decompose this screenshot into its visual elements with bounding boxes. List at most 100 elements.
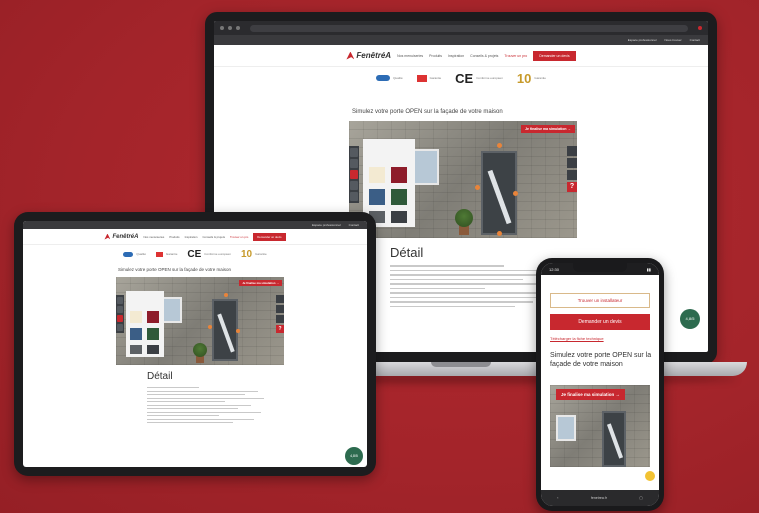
quality-logo-icon [123, 251, 134, 257]
hotspot-marker[interactable] [236, 329, 240, 333]
hotspot-marker[interactable] [513, 191, 518, 196]
quote-button[interactable]: Demander un devis [533, 50, 576, 61]
door-glazing [606, 423, 624, 459]
nav-item[interactable]: Produits [169, 235, 179, 239]
simulator-toolbar-right: ? [276, 295, 284, 333]
detail-heading: Détail [390, 245, 424, 260]
color-swatch[interactable] [130, 328, 142, 340]
nav-item[interactable]: Conseils & projets [202, 235, 225, 239]
brand-logo[interactable]: FenêtréA [346, 51, 391, 60]
color-swatch[interactable] [391, 211, 407, 223]
help-button[interactable]: ? [567, 182, 577, 192]
door-glazing [487, 169, 512, 225]
phone-notch [573, 263, 627, 272]
tool-button[interactable] [567, 170, 577, 180]
tool-button[interactable] [117, 324, 123, 331]
text-line [390, 292, 558, 294]
tool-button[interactable] [276, 305, 284, 313]
nav-item-find-pro[interactable]: Trouver un pro [230, 235, 248, 239]
guarantee-logo-icon [416, 74, 427, 82]
top-link[interactable]: Espace professionnel [312, 223, 341, 227]
nav-item[interactable]: Inspiration [185, 235, 198, 239]
tool-button[interactable] [567, 146, 577, 156]
door-preview [481, 151, 517, 235]
color-palette-panel [126, 291, 164, 357]
hotspot-marker[interactable] [497, 231, 502, 236]
chat-bubble-icon[interactable] [645, 471, 655, 481]
brand-logo[interactable]: FenêtréA [104, 233, 138, 240]
ce-mark: CE [455, 70, 474, 86]
phone-screen: 12:30 ▮▮ Trouver un installateur Demande… [541, 263, 659, 506]
quote-button[interactable]: Demander un devis [253, 232, 286, 241]
window-control[interactable] [228, 26, 232, 30]
finish-simulation-button[interactable]: Je finalise ma simulation → [239, 280, 282, 286]
top-link[interactable]: Contact [349, 223, 359, 227]
hotspot-marker[interactable] [497, 143, 502, 148]
finish-simulation-button[interactable]: Je finalise ma simulation → [521, 125, 575, 133]
color-swatch[interactable] [369, 167, 385, 183]
detail-text-block [147, 387, 277, 426]
tool-button-active[interactable] [350, 170, 358, 179]
badge-guarantee: Garantie [416, 74, 442, 82]
request-quote-button[interactable]: Demander un devis [550, 314, 650, 330]
tabs-icon[interactable]: ▢ [639, 496, 642, 500]
badge-label: Garantie [429, 76, 442, 80]
color-swatch[interactable] [130, 345, 142, 354]
quality-logo-icon [376, 75, 391, 81]
window-control[interactable] [236, 26, 240, 30]
nav-item-find-pro[interactable]: Trouver un pro [504, 54, 527, 58]
tool-button[interactable] [117, 306, 123, 313]
tool-button[interactable] [567, 158, 577, 168]
hotspot-marker[interactable] [475, 185, 480, 190]
simulator-toolbar-left [349, 146, 359, 203]
door-glazing [217, 313, 235, 353]
top-link[interactable]: Nous trouver [664, 38, 681, 42]
text-line [147, 418, 254, 420]
color-swatch[interactable] [369, 189, 385, 205]
hotspot-marker[interactable] [224, 293, 228, 297]
color-swatch[interactable] [147, 345, 159, 354]
tool-button[interactable] [350, 181, 358, 190]
tool-button[interactable] [117, 297, 123, 304]
finish-simulation-button[interactable]: Je finalise ma simulation → [556, 389, 626, 400]
hotspot-marker[interactable] [208, 325, 212, 329]
nav-item[interactable]: Conseils & projets [470, 54, 498, 58]
ten-years-number: 10 [516, 70, 532, 86]
tool-button[interactable] [276, 315, 284, 323]
tool-button[interactable] [350, 159, 358, 168]
tool-button[interactable] [276, 295, 284, 303]
back-icon[interactable]: ‹ [557, 496, 558, 500]
text-line [147, 422, 233, 423]
door-simulator[interactable]: ? Je finalise ma simulation → [116, 277, 284, 365]
text-line [390, 265, 504, 267]
address-bar[interactable] [250, 24, 688, 32]
url-label[interactable]: fenetrea.fr [591, 496, 607, 500]
top-link[interactable]: Contact [690, 38, 700, 42]
text-line [390, 283, 552, 285]
browser-bottom-bar: ‹ fenetrea.fr ▢ [541, 490, 659, 506]
help-button[interactable]: ? [276, 325, 284, 333]
text-line [147, 404, 251, 406]
top-link[interactable]: Espace professionnel [628, 38, 657, 42]
color-swatch[interactable] [391, 189, 407, 205]
top-links-strip: Espace professionnel Contact [23, 221, 367, 229]
badge-label: Qualité [393, 76, 403, 80]
tool-button[interactable] [350, 148, 358, 157]
extension-icon[interactable] [698, 26, 702, 30]
nav-item[interactable]: Nos menuiseries [143, 235, 164, 239]
simulator-toolbar-right: ? [567, 146, 577, 192]
color-swatch[interactable] [391, 167, 407, 183]
find-installer-button[interactable]: Trouver un installateur [550, 293, 650, 308]
color-swatch[interactable] [130, 311, 142, 323]
color-swatch[interactable] [147, 311, 159, 323]
tool-button[interactable] [350, 192, 358, 201]
color-swatch[interactable] [147, 328, 159, 340]
nav-item[interactable]: Produits [429, 54, 442, 58]
window-control[interactable] [220, 26, 224, 30]
door-simulator[interactable]: ? Je finalise ma simulation → [349, 121, 577, 238]
tool-button-active[interactable] [117, 315, 123, 322]
tech-sheet-link[interactable]: Télécharger la fiche technique [550, 336, 604, 341]
nav-item[interactable]: Inspiration [448, 54, 464, 58]
nav-item[interactable]: Nos menuiseries [397, 54, 423, 58]
door-simulator[interactable]: Je finalise ma simulation → [550, 385, 650, 467]
